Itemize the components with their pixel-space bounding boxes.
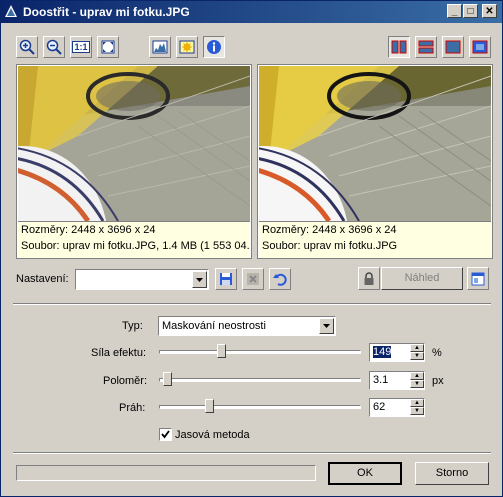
fit-window-icon [101,40,115,54]
radius-label: Poloměr: [103,375,148,387]
radius-up-button[interactable]: ▲ [410,372,424,380]
settings-combo[interactable] [75,269,209,290]
original-preview-image[interactable] [18,66,250,221]
result-file-info: Soubor: uprav mi fotku.JPG [262,240,398,252]
split-horizontal-icon [418,40,434,54]
fit-window-button[interactable] [97,36,119,58]
minimize-icon: _ [451,6,458,17]
save-settings-button[interactable] [215,268,237,290]
radius-spinbox[interactable]: 3.1 ▲ ▼ [369,371,425,390]
radius-slider-track[interactable] [159,378,361,382]
threshold-down-button[interactable]: ▼ [410,407,424,415]
radius-unit: px [432,375,444,387]
histogram-button[interactable] [149,36,171,58]
strength-unit: % [432,347,442,359]
reset-settings-button[interactable] [269,268,291,290]
strength-spinbox[interactable]: 149 ▲ ▼ [369,343,425,362]
type-label: Typ: [122,320,143,332]
zoom-out-icon [46,39,62,55]
type-value: Maskování neostrosti [162,320,266,332]
info-icon [207,40,221,54]
undo-icon [273,273,287,286]
single-original-icon [445,40,461,54]
info-button[interactable] [203,36,225,58]
threshold-value[interactable]: 62 [373,401,385,413]
single-result-button[interactable] [469,36,491,58]
progress-bar [16,465,316,481]
radius-slider-thumb[interactable] [162,372,172,386]
window-title: Doostřit - uprav mi fotku.JPG [23,5,190,19]
zoom-in-button[interactable] [16,36,38,58]
settings-label: Nastavení: [16,273,69,285]
preview-window-button[interactable] [467,267,489,290]
maximize-button[interactable]: □ [463,4,478,18]
minimize-button[interactable]: _ [447,4,462,18]
settings-dropdown-arrow[interactable] [192,271,207,288]
single-result-icon [472,40,488,54]
strength-slider-track[interactable] [159,350,361,354]
brightness-method-label[interactable]: Jasová metoda [175,429,250,441]
type-label-text: Typ: [122,320,143,332]
title-bar[interactable]: Doostřit - uprav mi fotku.JPG _ □ ✕ [1,1,502,23]
strength-value[interactable]: 149 [373,346,392,358]
separator-bottom [13,452,491,454]
preview-button[interactable]: Náhled [381,267,463,290]
app-icon [5,5,17,17]
original-info: Rozměry: 2448 x 3696 x 24 Soubor: uprav … [18,221,250,258]
sharpen-dialog: Doostřit - uprav mi fotku.JPG _ □ ✕ 1:1 [0,0,503,497]
brightness-method-checkbox[interactable] [159,428,172,441]
zoom-out-button[interactable] [43,36,65,58]
maximize-icon: □ [467,6,474,17]
actual-size-icon: 1:1 [72,41,90,53]
threshold-up-button[interactable]: ▲ [410,399,424,407]
lock-preview-button[interactable] [358,267,380,290]
single-original-button[interactable] [442,36,464,58]
threshold-slider-track[interactable] [159,405,361,409]
delete-icon [247,273,259,285]
ok-button[interactable]: OK [328,462,402,485]
checkmark-icon [161,430,170,439]
actual-size-button[interactable]: 1:1 [70,36,92,58]
threshold-spinbox[interactable]: 62 ▲ ▼ [369,398,425,417]
strength-label: Síla efektu: [91,347,147,359]
chevron-down-icon [196,277,203,282]
result-preview-image[interactable] [259,66,491,221]
separator-top [13,303,491,305]
strength-slider-thumb[interactable] [216,344,226,358]
highlight-button[interactable] [176,36,198,58]
original-file-info: Soubor: uprav mi fotku.JPG, 1.4 MB (1 55… [21,240,250,252]
radius-value[interactable]: 3.1 [373,374,388,386]
lock-icon [364,271,374,285]
histogram-icon [152,40,168,54]
split-vertical-button[interactable] [388,36,410,58]
highlight-icon [179,40,195,54]
original-dimensions: Rozměry: 2448 x 3696 x 24 [21,224,156,236]
save-icon [220,273,232,285]
chevron-down-icon [323,324,330,328]
cancel-button[interactable]: Storno [415,462,489,485]
result-info: Rozměry: 2448 x 3696 x 24 Soubor: uprav … [259,221,491,258]
split-vertical-icon [391,40,407,54]
close-button[interactable]: ✕ [482,4,497,18]
original-preview-panel: Rozměry: 2448 x 3696 x 24 Soubor: uprav … [16,64,252,259]
strength-up-button[interactable]: ▲ [410,344,424,352]
result-preview-panel: Rozměry: 2448 x 3696 x 24 Soubor: uprav … [257,64,493,259]
close-icon: ✕ [485,6,494,17]
threshold-label: Práh: [119,402,146,414]
window-icon [471,272,485,285]
delete-settings-button[interactable] [242,268,264,290]
result-dimensions: Rozměry: 2448 x 3696 x 24 [262,224,397,236]
type-select[interactable]: Maskování neostrosti [158,316,336,336]
radius-down-button[interactable]: ▼ [410,380,424,388]
split-horizontal-button[interactable] [415,36,437,58]
strength-down-button[interactable]: ▼ [410,352,424,360]
threshold-slider-thumb[interactable] [205,399,215,413]
type-dropdown-arrow[interactable] [319,318,334,334]
zoom-in-icon [19,39,35,55]
